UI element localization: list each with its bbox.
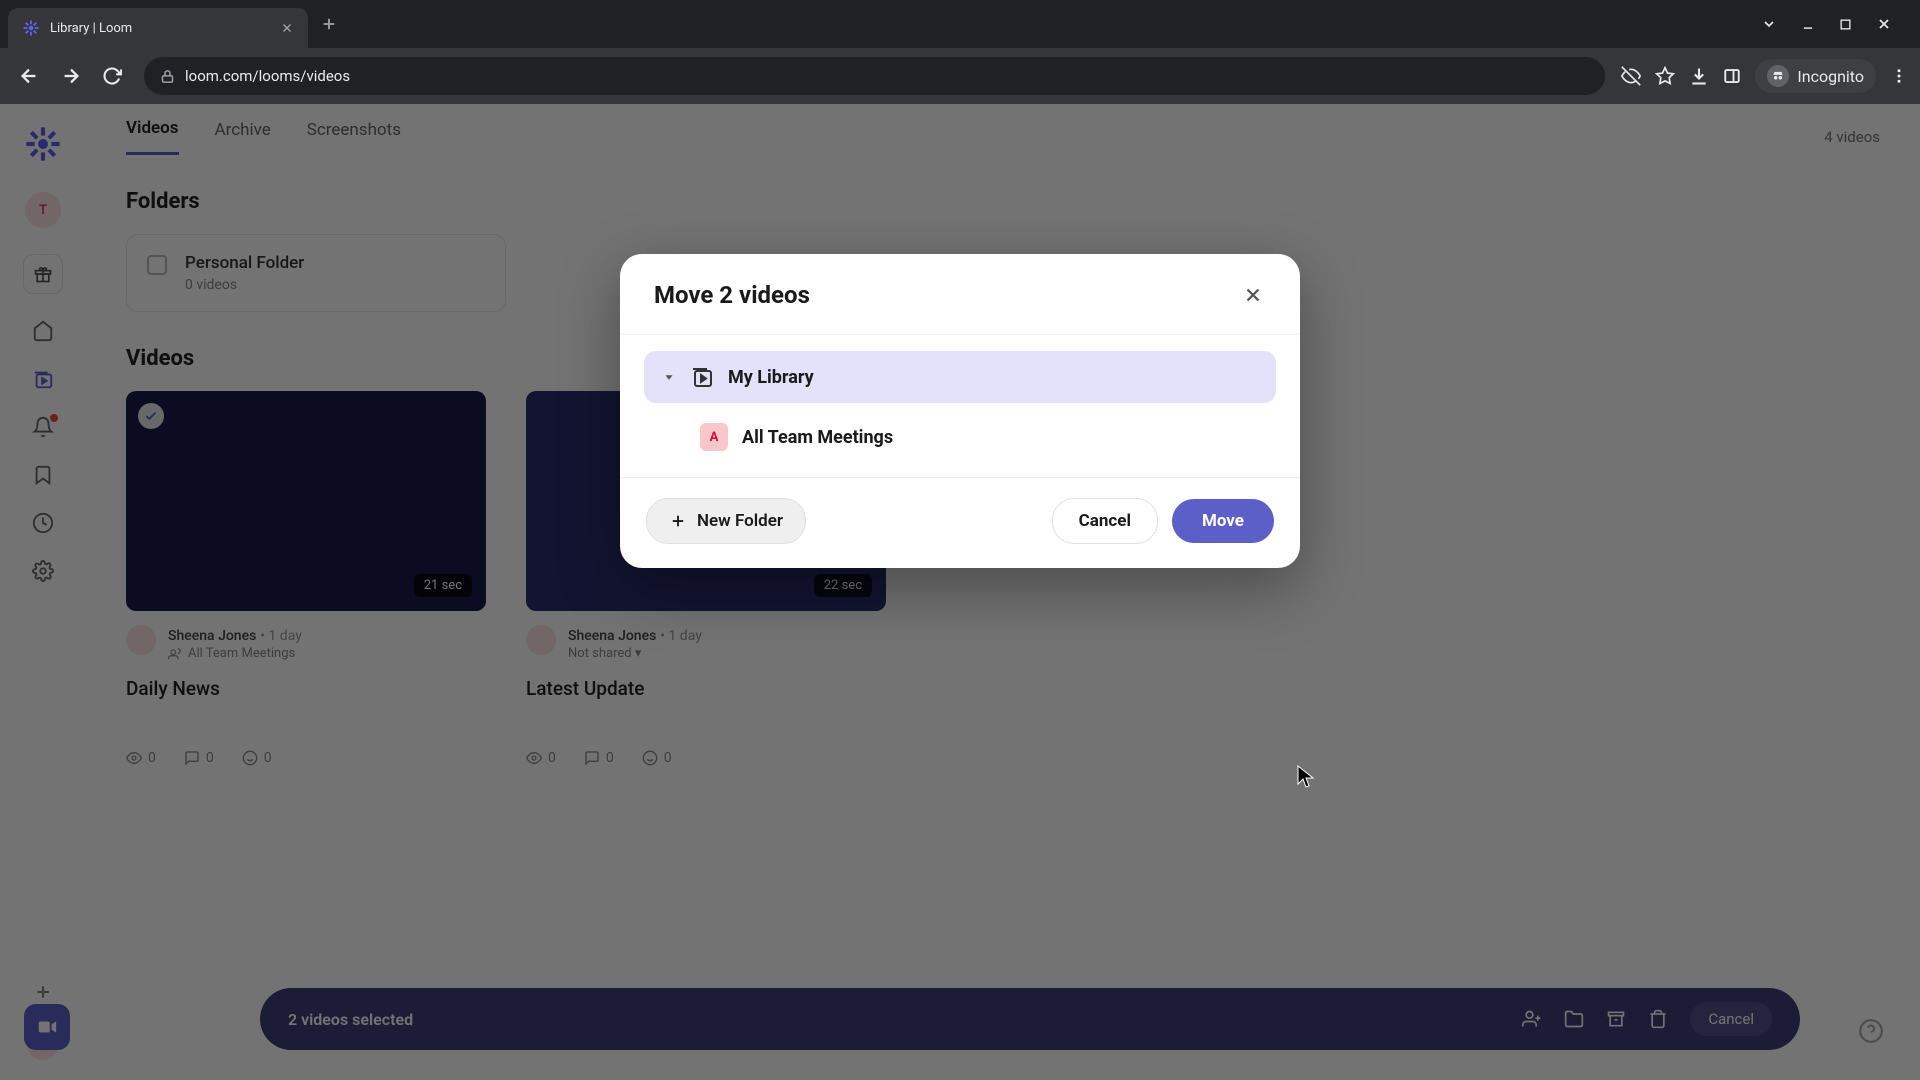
side-panel-icon[interactable] xyxy=(1723,67,1741,85)
move-button[interactable]: Move xyxy=(1172,499,1274,543)
caret-down-icon[interactable] xyxy=(662,370,676,384)
folder-label: My Library xyxy=(728,367,814,388)
folder-all-team-meetings[interactable]: A All Team Meetings xyxy=(644,411,1276,469)
subfolder-avatar: A xyxy=(700,423,728,451)
browser-tab[interactable]: Library | Loom xyxy=(8,8,308,48)
browser-chrome: Library | Loom loom.com/looms/videos xyxy=(0,0,1920,104)
modal-backdrop[interactable]: Move 2 videos My Library A All Team Meet… xyxy=(0,104,1920,1080)
back-button[interactable] xyxy=(12,59,46,93)
address-bar[interactable]: loom.com/looms/videos xyxy=(144,57,1605,95)
modal-title: Move 2 videos xyxy=(654,281,810,309)
tab-close-icon[interactable] xyxy=(280,21,294,35)
tab-title: Library | Loom xyxy=(50,21,270,36)
plus-icon xyxy=(669,512,687,530)
maximize-icon[interactable] xyxy=(1839,16,1852,32)
tabs-dropdown-icon[interactable] xyxy=(1761,16,1777,32)
window-close-icon[interactable] xyxy=(1876,16,1892,32)
forward-button[interactable] xyxy=(54,59,88,93)
folder-my-library[interactable]: My Library xyxy=(644,351,1276,403)
downloads-icon[interactable] xyxy=(1689,66,1709,86)
close-icon[interactable] xyxy=(1238,280,1268,310)
mouse-cursor-icon xyxy=(1296,764,1316,790)
bookmark-star-icon[interactable] xyxy=(1655,66,1675,86)
browser-toolbar: loom.com/looms/videos Incognito xyxy=(0,48,1920,104)
new-tab-button[interactable] xyxy=(320,15,338,33)
url-text: loom.com/looms/videos xyxy=(185,67,350,85)
lock-icon xyxy=(160,69,175,84)
new-folder-button[interactable]: New Folder xyxy=(646,498,806,544)
cancel-button[interactable]: Cancel xyxy=(1052,498,1158,544)
incognito-badge[interactable]: Incognito xyxy=(1755,59,1876,93)
toolbar-right: Incognito xyxy=(1621,59,1908,93)
move-modal: Move 2 videos My Library A All Team Meet… xyxy=(620,254,1300,568)
menu-icon[interactable] xyxy=(1890,67,1908,85)
subfolder-label: All Team Meetings xyxy=(742,427,893,448)
library-folder-icon xyxy=(690,365,714,389)
minimize-icon[interactable] xyxy=(1801,16,1815,32)
tab-bar: Library | Loom xyxy=(0,0,1920,48)
reload-button[interactable] xyxy=(96,60,128,92)
incognito-label: Incognito xyxy=(1797,67,1864,86)
loom-favicon-icon xyxy=(22,19,40,37)
window-controls xyxy=(1761,16,1912,32)
incognito-icon xyxy=(1767,65,1789,87)
eye-off-icon[interactable] xyxy=(1621,66,1641,86)
